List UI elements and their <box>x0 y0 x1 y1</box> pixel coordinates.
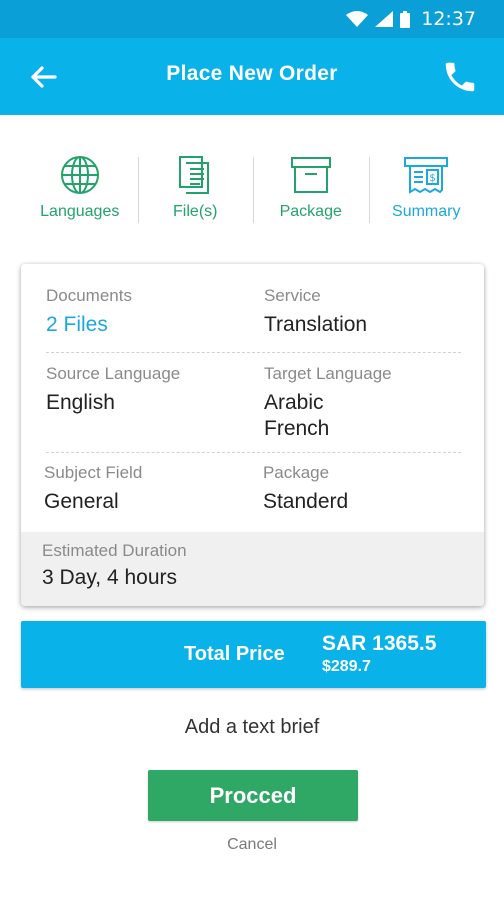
status-bar: 12:37 <box>0 0 504 38</box>
step-package[interactable]: Package <box>253 155 369 230</box>
duration-value: 3 Day, 4 hours <box>42 566 178 589</box>
step-label: Package <box>279 203 342 220</box>
total-price-label: Total Price <box>184 643 285 665</box>
add-text-brief-link[interactable]: Add a text brief <box>0 716 504 739</box>
app-bar: Place New Order <box>0 38 504 115</box>
subject-field: Subject Field General <box>44 463 263 515</box>
service-field: Service Translation <box>264 286 461 338</box>
step-summary[interactable]: $ Summary <box>368 155 485 230</box>
source-language-field: Source Language English <box>46 364 264 442</box>
summary-row-languages: Source Language English Target Language … <box>46 364 461 442</box>
phone-icon[interactable] <box>441 58 479 96</box>
page-title: Place New Order <box>166 62 338 85</box>
total-price-bar: Total Price SAR 1365.5 $289.7 <box>21 621 486 688</box>
step-label: Summary <box>392 203 461 220</box>
step-label: File(s) <box>173 203 218 220</box>
order-steps: Languages File(s) Package $ Summary <box>22 155 484 230</box>
target-language-item: French <box>264 417 330 440</box>
summary-row-subject: Subject Field General Package Standerd <box>44 463 459 515</box>
step-label: Languages <box>40 203 120 220</box>
battery-icon <box>400 10 411 28</box>
order-summary-card: Documents 2 Files Service Translation So… <box>21 264 484 606</box>
step-files[interactable]: File(s) <box>137 155 254 230</box>
documents-label: Documents <box>46 286 132 305</box>
documents-field: Documents 2 Files <box>46 286 264 338</box>
proceed-button[interactable]: Procced <box>148 770 358 821</box>
subject-value: General <box>44 490 119 513</box>
summary-row-documents: Documents 2 Files Service Translation <box>46 286 461 338</box>
estimated-duration: Estimated Duration 3 Day, 4 hours <box>21 532 484 606</box>
subject-label: Subject Field <box>44 463 143 482</box>
target-language-label: Target Language <box>264 364 392 383</box>
cancel-link[interactable]: Cancel <box>0 836 504 854</box>
package-label: Package <box>262 463 330 482</box>
status-time: 12:37 <box>421 8 476 30</box>
service-value: Translation <box>264 313 368 336</box>
svg-text:$: $ <box>430 173 436 184</box>
divider <box>46 452 461 453</box>
target-language-item: Arabic <box>264 391 324 414</box>
package-field: Package Standerd <box>263 463 459 515</box>
source-language-value: English <box>46 391 115 414</box>
target-language-field: Target Language Arabic French <box>264 364 461 442</box>
price-usd: $289.7 <box>322 658 371 675</box>
package-value: Standerd <box>262 490 349 513</box>
box-icon <box>290 157 331 193</box>
service-label: Service <box>264 286 321 305</box>
step-languages[interactable]: Languages <box>22 155 138 230</box>
source-language-label: Source Language <box>46 364 181 383</box>
documents-value[interactable]: 2 Files <box>46 312 264 338</box>
duration-label: Estimated Duration <box>42 541 187 560</box>
wifi-icon <box>346 11 369 27</box>
signal-icon <box>375 11 394 27</box>
globe-icon <box>60 156 99 194</box>
target-language-value: Arabic French <box>264 390 461 442</box>
files-icon <box>179 156 210 194</box>
divider <box>46 352 461 353</box>
receipt-icon: $ <box>404 157 449 194</box>
price-sar: SAR 1365.5 <box>322 632 437 655</box>
